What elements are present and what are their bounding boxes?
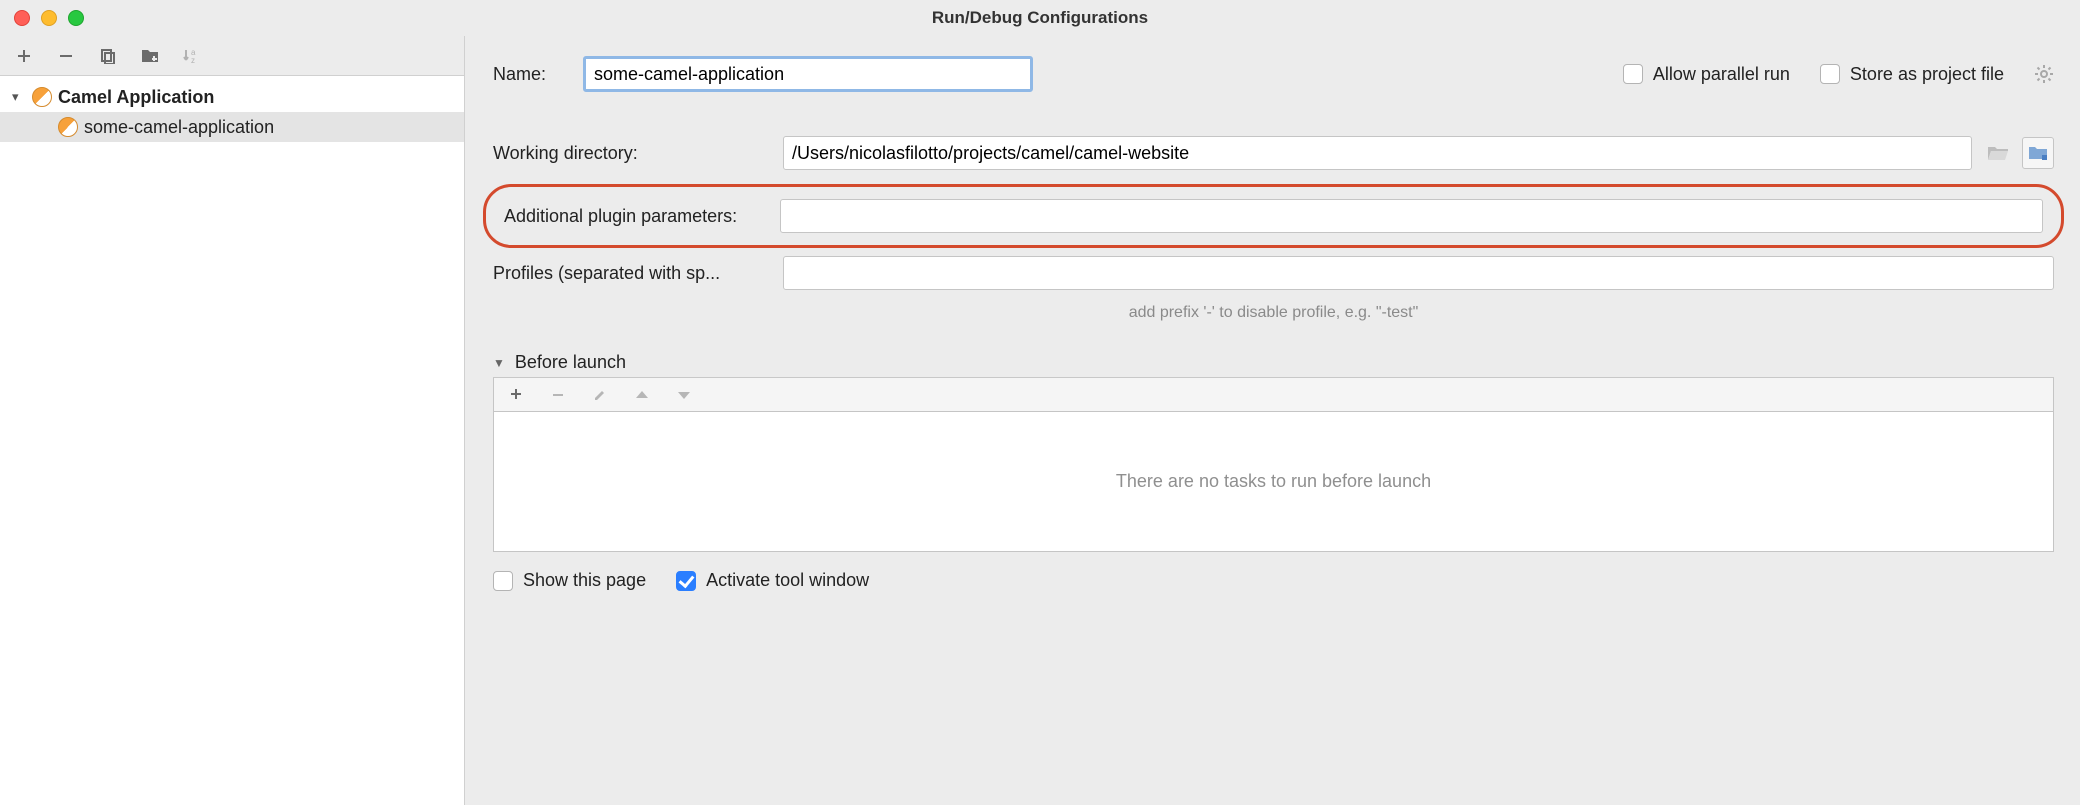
- bottom-options: Show this page Activate tool window: [493, 570, 2054, 591]
- plugin-params-row: Additional plugin parameters:: [490, 199, 2043, 233]
- store-project-label: Store as project file: [1850, 64, 2004, 85]
- tree-item-label: some-camel-application: [84, 117, 274, 138]
- content: az ▾ Camel Application some-camel-applic…: [0, 36, 2080, 805]
- window-title: Run/Debug Configurations: [0, 8, 2080, 28]
- sort-alpha-button[interactable]: az: [182, 46, 202, 66]
- working-directory-label: Working directory:: [493, 143, 783, 164]
- profiles-row: Profiles (separated with sp...: [493, 256, 2054, 290]
- plugin-params-input[interactable]: [780, 199, 2043, 233]
- activate-tool-window-checkbox[interactable]: Activate tool window: [676, 570, 869, 591]
- close-window-button[interactable]: [14, 10, 30, 26]
- add-task-button[interactable]: [506, 385, 526, 405]
- edit-task-button[interactable]: [590, 385, 610, 405]
- titlebar: Run/Debug Configurations: [0, 0, 2080, 36]
- copy-config-button[interactable]: [98, 46, 118, 66]
- configurations-panel: az ▾ Camel Application some-camel-applic…: [0, 36, 465, 805]
- camel-icon: [58, 117, 78, 137]
- traffic-lights: [0, 10, 84, 26]
- allow-parallel-checkbox[interactable]: Allow parallel run: [1623, 64, 1790, 85]
- config-form: Name: Allow parallel run Store as projec…: [465, 36, 2080, 805]
- tree-group-label: Camel Application: [58, 87, 214, 108]
- before-launch-title: Before launch: [515, 352, 626, 373]
- add-config-button[interactable]: [14, 46, 34, 66]
- remove-task-button[interactable]: [548, 385, 568, 405]
- configurations-toolbar: az: [0, 36, 464, 76]
- configurations-tree[interactable]: ▾ Camel Application some-camel-applicati…: [0, 76, 464, 805]
- before-launch-empty-text: There are no tasks to run before launch: [1116, 471, 1431, 492]
- folder-picker-button[interactable]: [2022, 137, 2054, 169]
- profiles-hint: add prefix '-' to disable profile, e.g. …: [493, 304, 2054, 322]
- minimize-window-button[interactable]: [41, 10, 57, 26]
- maximize-window-button[interactable]: [68, 10, 84, 26]
- field-grid: Working directory: Additional plugin par…: [493, 136, 2054, 591]
- plugin-params-label: Additional plugin parameters:: [490, 206, 780, 227]
- move-down-button[interactable]: [674, 385, 694, 405]
- highlighted-plugin-params: Additional plugin parameters:: [483, 184, 2064, 248]
- store-project-checkbox[interactable]: Store as project file: [1820, 64, 2004, 85]
- profiles-input[interactable]: [783, 256, 2054, 290]
- name-row: Name: Allow parallel run Store as projec…: [493, 56, 2054, 92]
- before-launch-header[interactable]: ▼ Before launch: [493, 348, 2054, 378]
- move-up-button[interactable]: [632, 385, 652, 405]
- folder-open-icon[interactable]: [1982, 137, 2014, 169]
- save-template-button[interactable]: [140, 46, 160, 66]
- camel-icon: [32, 87, 52, 107]
- gear-icon[interactable]: [2034, 64, 2054, 84]
- working-directory-input[interactable]: [783, 136, 1972, 170]
- working-directory-row: Working directory:: [493, 136, 2054, 170]
- tree-group-camel[interactable]: ▾ Camel Application: [0, 82, 464, 112]
- svg-text:z: z: [191, 56, 195, 65]
- activate-tool-window-label: Activate tool window: [706, 570, 869, 591]
- allow-parallel-label: Allow parallel run: [1653, 64, 1790, 85]
- before-launch-toolbar: [493, 378, 2054, 412]
- before-launch-empty: There are no tasks to run before launch: [493, 412, 2054, 552]
- remove-config-button[interactable]: [56, 46, 76, 66]
- show-this-page-checkbox[interactable]: Show this page: [493, 570, 646, 591]
- show-this-page-label: Show this page: [523, 570, 646, 591]
- name-label: Name:: [493, 64, 583, 85]
- tree-item-some-camel-application[interactable]: some-camel-application: [0, 112, 464, 142]
- chevron-down-icon: ▼: [493, 356, 505, 370]
- before-launch-section: ▼ Before launch: [493, 348, 2054, 552]
- window: Run/Debug Configurations az: [0, 0, 2080, 805]
- name-input[interactable]: [583, 56, 1033, 92]
- chevron-down-icon: ▾: [12, 89, 26, 105]
- profiles-label: Profiles (separated with sp...: [493, 263, 783, 284]
